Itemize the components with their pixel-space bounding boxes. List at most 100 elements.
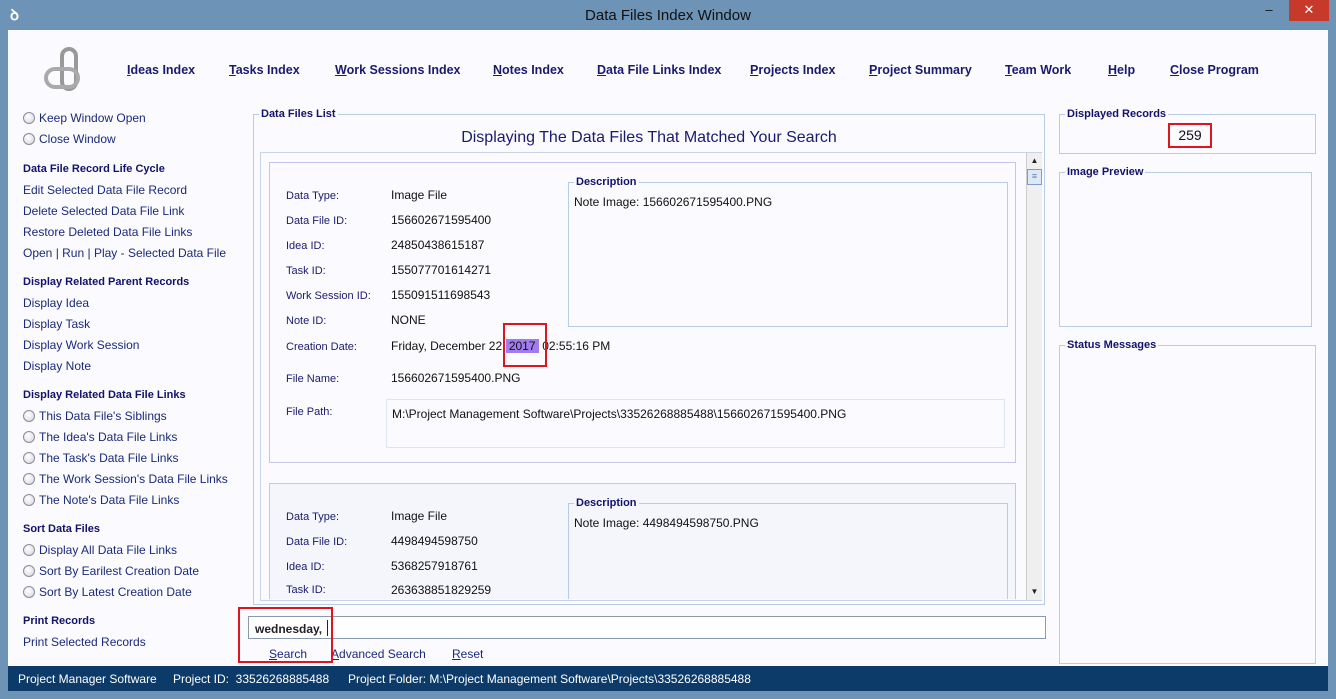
idea-links-radio[interactable]: The Idea's Data File Links	[23, 430, 177, 444]
radio-label: Keep Window Open	[39, 111, 146, 125]
status-project-id: Project ID: 33526268885488	[173, 672, 330, 686]
status-messages-panel: Status Messages	[1059, 339, 1316, 664]
note-id-label: Note ID:	[286, 315, 327, 327]
data-files-list-legend: Data Files List	[259, 108, 338, 120]
nav-work-sessions-index[interactable]: Work Sessions Index	[335, 63, 461, 77]
record-card[interactable]: Data Type: Image File Data File ID: 1566…	[269, 162, 1016, 463]
data-type-value: Image File	[391, 188, 448, 202]
description-legend: Description	[574, 176, 639, 188]
description-text: Note Image: 4498494598750.PNG	[574, 516, 759, 530]
records-scroll-pane[interactable]: Data Type: Image File Data File ID: 1566…	[260, 152, 1042, 601]
vertical-scrollbar[interactable]: ▲ ≡ ▼	[1026, 153, 1042, 600]
file-path-value: M:\Project Management Software\Projects\…	[392, 407, 847, 421]
work-session-links-radio[interactable]: The Work Session's Data File Links	[23, 472, 228, 486]
radio-label: The Work Session's Data File Links	[39, 472, 228, 486]
note-id-value: NONE	[391, 313, 426, 327]
display-all-radio[interactable]: Display All Data File Links	[23, 543, 177, 557]
status-bar: Project Manager Software Project ID: 335…	[8, 666, 1328, 691]
image-preview-legend: Image Preview	[1065, 166, 1146, 178]
idea-id-label: Idea ID:	[286, 240, 325, 252]
reset-button[interactable]: Reset	[452, 647, 483, 661]
nav-projects-index[interactable]: Projects Index	[750, 63, 835, 77]
keep-window-open-radio[interactable]: Keep Window Open	[23, 111, 146, 125]
sort-latest-radio[interactable]: Sort By Latest Creation Date	[23, 585, 192, 599]
nav-tasks-index[interactable]: Tasks Index	[229, 63, 300, 77]
close-button[interactable]: ✕	[1289, 0, 1329, 21]
display-task-link[interactable]: Display Task	[23, 317, 90, 331]
radio-icon	[23, 494, 35, 506]
idea-id-value: 5368257918761	[391, 559, 478, 573]
display-work-session-link[interactable]: Display Work Session	[23, 338, 139, 352]
record-card[interactable]: Data Type: Image File Data File ID: 4498…	[269, 483, 1016, 599]
open-run-play-link[interactable]: Open | Run | Play - Selected Data File	[23, 246, 226, 260]
creation-date-label: Creation Date:	[286, 341, 357, 353]
scroll-thumb[interactable]: ≡	[1027, 169, 1042, 185]
section-related-links: Display Related Data File Links	[23, 389, 186, 401]
display-idea-link[interactable]: Display Idea	[23, 296, 89, 310]
task-links-radio[interactable]: The Task's Data File Links	[23, 451, 178, 465]
displayed-records-count: 259	[1178, 127, 1202, 143]
data-type-value: Image File	[391, 509, 448, 523]
radio-label: Sort By Earilest Creation Date	[39, 564, 200, 578]
delete-link-link[interactable]: Delete Selected Data File Link	[23, 204, 184, 218]
window-title: Data Files Index Window	[585, 7, 751, 24]
minimize-button[interactable]: –	[1254, 0, 1284, 21]
status-project-folder: Project Folder: M:\Project Management So…	[348, 672, 751, 686]
creation-date-value: Friday, December 22, 2017 02:55:16 PM	[391, 339, 610, 353]
radio-icon	[23, 565, 35, 577]
nav-ideas-index[interactable]: Ideas Index	[127, 63, 195, 77]
scroll-up-icon[interactable]: ▲	[1027, 153, 1042, 168]
nav-team-work[interactable]: Team Work	[1005, 63, 1071, 77]
nav-project-summary[interactable]: Project Summary	[869, 63, 972, 77]
radio-label: Display All Data File Links	[39, 543, 178, 557]
task-id-label: Task ID:	[286, 584, 326, 596]
sort-earliest-radio[interactable]: Sort By Earilest Creation Date	[23, 564, 199, 578]
file-path-label: File Path:	[286, 406, 333, 418]
status-messages-legend: Status Messages	[1065, 339, 1159, 351]
annotation-box	[238, 607, 333, 663]
print-records-link[interactable]: Print Selected Records	[23, 635, 146, 649]
task-id-label: Task ID:	[286, 265, 326, 277]
nav-data-file-links-index[interactable]: Data File Links Index	[597, 63, 721, 77]
idea-id-value: 24850438615187	[391, 238, 485, 252]
file-name-label: File Name:	[286, 373, 340, 385]
data-type-label: Data Type:	[286, 511, 339, 523]
section-parent-records: Display Related Parent Records	[23, 276, 190, 288]
radio-label: Close Window	[39, 132, 116, 146]
task-id-value: 155077701614271	[391, 263, 492, 277]
date-text: Friday, December 22,	[391, 339, 506, 353]
status-app-name: Project Manager Software	[18, 672, 157, 686]
search-input[interactable]: wednesday,	[248, 616, 1046, 639]
nav-close-program[interactable]: Close Program	[1170, 63, 1259, 77]
section-sort: Sort Data Files	[23, 523, 101, 535]
file-path-box: M:\Project Management Software\Projects\…	[386, 399, 1005, 448]
close-window-radio[interactable]: Close Window	[23, 132, 116, 146]
nav-notes-index[interactable]: Notes Index	[493, 63, 564, 77]
radio-label: The Idea's Data File Links	[39, 430, 178, 444]
radio-icon	[23, 544, 35, 556]
idea-id-label: Idea ID:	[286, 561, 325, 573]
data-type-label: Data Type:	[286, 190, 339, 202]
image-preview-panel: Image Preview	[1059, 166, 1312, 327]
advanced-search-button[interactable]: Advanced Search	[331, 647, 426, 661]
description-panel: Description Note Image: 156602671595400.…	[568, 176, 1008, 327]
time-text: 02:55:16 PM	[538, 339, 611, 353]
section-print: Print Records	[23, 615, 96, 627]
siblings-radio[interactable]: This Data File's Siblings	[23, 409, 167, 423]
displayed-records-legend: Displayed Records	[1065, 108, 1169, 120]
radio-icon	[23, 112, 35, 124]
data-file-id-value: 156602671595400	[391, 213, 492, 227]
logo-icon	[42, 47, 92, 93]
task-id-value: 263638851829259	[391, 583, 492, 597]
display-note-link[interactable]: Display Note	[23, 359, 91, 373]
restore-links-link[interactable]: Restore Deleted Data File Links	[23, 225, 192, 239]
nav-help[interactable]: Help	[1108, 63, 1135, 77]
radio-label: This Data File's Siblings	[39, 409, 167, 423]
note-links-radio[interactable]: The Note's Data File Links	[23, 493, 179, 507]
radio-icon	[23, 452, 35, 464]
edit-record-link[interactable]: Edit Selected Data File Record	[23, 183, 187, 197]
scroll-down-icon[interactable]: ▼	[1027, 584, 1042, 599]
radio-icon	[23, 410, 35, 422]
description-panel: Description Note Image: 4498494598750.PN…	[568, 497, 1008, 599]
work-session-id-label: Work Session ID:	[286, 290, 371, 302]
